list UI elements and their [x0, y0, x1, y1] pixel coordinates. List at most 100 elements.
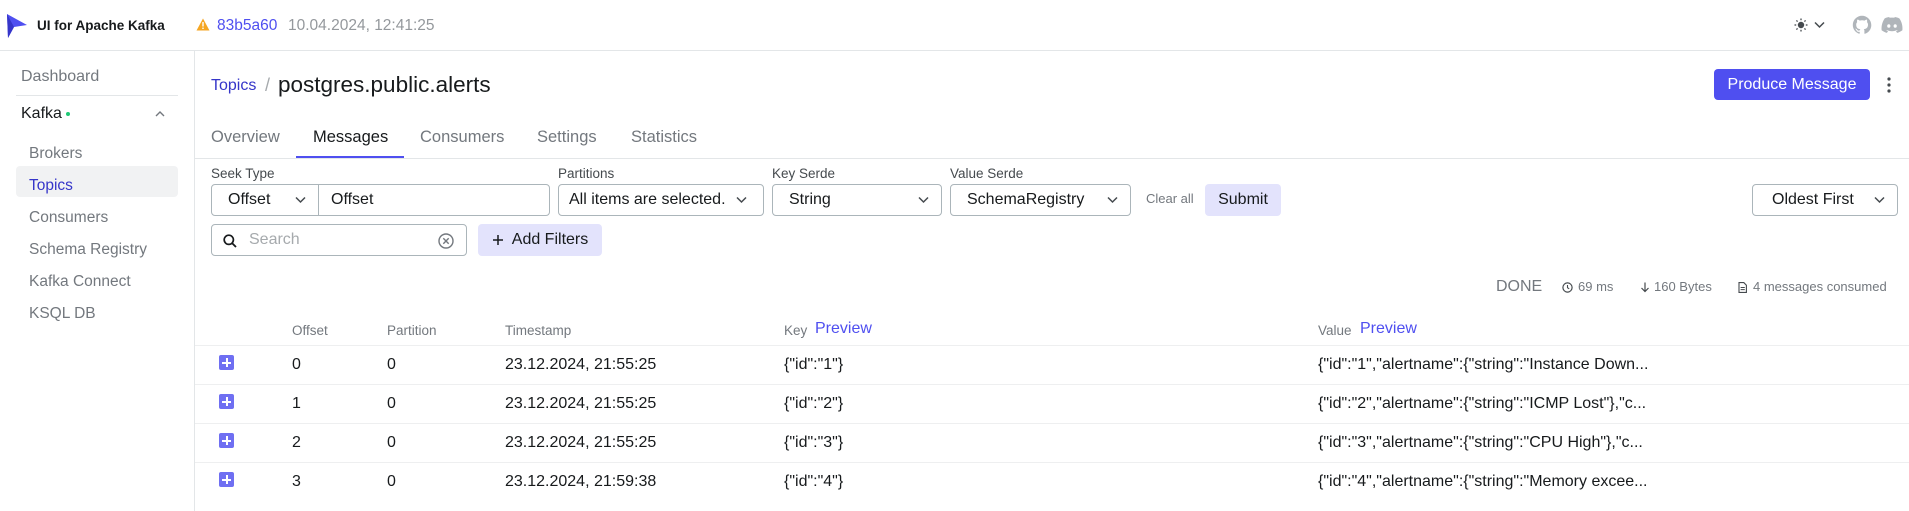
- cell-value: {"id":"2","alertname":{"string":"ICMP Lo…: [1318, 395, 1647, 412]
- sidebar-item-schema-registry[interactable]: Schema Registry: [29, 241, 147, 259]
- partitions-select[interactable]: All items are selected.: [558, 184, 764, 216]
- cell-partition: 0: [387, 395, 396, 412]
- sidebar-divider: [16, 95, 178, 96]
- tab-statistics[interactable]: Statistics: [631, 128, 697, 147]
- sidebar-item-kafka-connect[interactable]: Kafka Connect: [29, 273, 131, 291]
- partitions-label: Partitions: [558, 166, 615, 181]
- cell-offset: 2: [292, 434, 301, 451]
- value-serde-select[interactable]: SchemaRegistry: [950, 184, 1131, 216]
- sidebar: Dashboard Kafka Brokers Topics Consumers…: [0, 51, 195, 511]
- cell-offset: 3: [292, 473, 301, 490]
- key-preview-button[interactable]: Preview: [815, 320, 872, 338]
- tab-overview[interactable]: Overview: [211, 128, 280, 147]
- chevron-down-icon: [1874, 196, 1885, 204]
- page-title: postgres.public.alerts: [278, 72, 491, 97]
- commit-date: 10.04.2024, 12:41:25: [288, 17, 435, 34]
- sidebar-item-ksql-db[interactable]: KSQL DB: [29, 305, 96, 323]
- github-icon[interactable]: [1852, 15, 1872, 35]
- tab-messages[interactable]: Messages: [313, 128, 388, 147]
- row-divider: [195, 462, 1909, 463]
- add-filters-button[interactable]: Add Filters: [478, 224, 602, 256]
- breadcrumb-separator: /: [265, 75, 271, 95]
- partitions-value: All items are selected.: [569, 191, 726, 208]
- cell-partition: 0: [387, 473, 396, 490]
- row-divider: [195, 423, 1909, 424]
- more-options-icon[interactable]: [1885, 75, 1893, 95]
- column-header-key: Key: [784, 323, 808, 338]
- topic-tabs: Overview Messages Consumers Settings Sta…: [195, 122, 1909, 159]
- theme-switcher[interactable]: [1794, 14, 1834, 36]
- sort-order-select[interactable]: Oldest First: [1752, 184, 1898, 216]
- elapsed-time: 69 ms: [1578, 279, 1614, 294]
- warning-icon: [196, 18, 210, 31]
- chevron-down-icon: [918, 196, 929, 204]
- brand-name[interactable]: UI for Apache Kafka: [37, 18, 165, 33]
- cell-value: {"id":"3","alertname":{"string":"CPU Hig…: [1318, 434, 1643, 451]
- breadcrumb-topics-link[interactable]: Topics: [211, 77, 256, 95]
- clear-all-button[interactable]: Clear all: [1146, 191, 1194, 206]
- document-icon: [1738, 282, 1747, 293]
- cell-timestamp: 23.12.2024, 21:59:38: [505, 473, 657, 490]
- active-tab-indicator: [296, 156, 404, 158]
- arrow-down-icon: [1641, 282, 1649, 293]
- key-serde-select[interactable]: String: [772, 184, 942, 216]
- cell-timestamp: 23.12.2024, 21:55:25: [505, 356, 657, 373]
- sidebar-item-topics[interactable]: Topics: [29, 177, 73, 195]
- sort-order-value: Oldest First: [1772, 191, 1854, 208]
- cell-offset: 0: [292, 356, 301, 373]
- table-header-divider: [195, 345, 1909, 346]
- value-serde-value: SchemaRegistry: [967, 191, 1085, 208]
- row-divider: [195, 384, 1909, 385]
- plus-icon: [492, 235, 503, 245]
- column-header-timestamp: Timestamp: [505, 323, 572, 338]
- seek-type-label: Seek Type: [211, 166, 275, 181]
- cell-key: {"id":"4"}: [784, 473, 844, 490]
- expand-row-button[interactable]: [219, 433, 234, 448]
- produce-message-button[interactable]: Produce Message: [1714, 69, 1870, 100]
- column-header-partition: Partition: [387, 323, 437, 338]
- cell-value: {"id":"4","alertname":{"string":"Memory …: [1318, 473, 1648, 490]
- submit-button[interactable]: Submit: [1205, 184, 1281, 216]
- cluster-online-dot: [65, 111, 70, 116]
- cell-partition: 0: [387, 356, 396, 373]
- search-icon: [223, 234, 237, 248]
- chevron-down-icon: [1107, 196, 1118, 204]
- value-serde-label: Value Serde: [950, 166, 1024, 181]
- sidebar-cluster-kafka[interactable]: Kafka: [21, 105, 70, 123]
- kafka-logo-icon[interactable]: [5, 13, 29, 39]
- discord-icon[interactable]: [1881, 15, 1903, 35]
- expand-row-button[interactable]: [219, 355, 234, 370]
- cell-key: {"id":"3"}: [784, 434, 844, 451]
- value-preview-button[interactable]: Preview: [1360, 320, 1417, 338]
- fetch-status: DONE: [1496, 278, 1543, 295]
- chevron-down-icon: [295, 196, 306, 204]
- key-serde-label: Key Serde: [772, 166, 836, 181]
- tab-settings[interactable]: Settings: [537, 128, 597, 147]
- search-input[interactable]: [249, 230, 439, 250]
- chevron-up-icon[interactable]: [154, 109, 166, 119]
- chevron-down-icon: [1814, 21, 1825, 29]
- clear-search-icon[interactable]: [438, 233, 454, 249]
- search-field[interactable]: [211, 224, 467, 256]
- commit-hash-link[interactable]: 83b5a60: [217, 17, 277, 35]
- sun-icon: [1794, 18, 1808, 32]
- column-header-offset: Offset: [292, 323, 328, 338]
- expand-row-button[interactable]: [219, 472, 234, 487]
- cell-partition: 0: [387, 434, 396, 451]
- top-navbar: UI for Apache Kafka 83b5a60 10.04.2024, …: [0, 0, 1909, 51]
- tab-consumers[interactable]: Consumers: [420, 128, 504, 147]
- sidebar-item-brokers[interactable]: Brokers: [29, 145, 82, 163]
- sidebar-item-dashboard[interactable]: Dashboard: [21, 68, 99, 86]
- key-serde-value: String: [789, 191, 831, 208]
- seek-type-select[interactable]: Offset: [211, 184, 319, 216]
- cell-timestamp: 23.12.2024, 21:55:25: [505, 434, 657, 451]
- cell-key: {"id":"1"}: [784, 356, 844, 373]
- sidebar-item-consumers[interactable]: Consumers: [29, 209, 108, 227]
- cell-key: {"id":"2"}: [784, 395, 844, 412]
- offset-input-value: Offset: [331, 191, 374, 208]
- clock-icon: [1562, 282, 1573, 293]
- column-header-value: Value: [1318, 323, 1352, 338]
- cell-offset: 1: [292, 395, 301, 412]
- offset-input[interactable]: Offset: [318, 184, 550, 216]
- expand-row-button[interactable]: [219, 394, 234, 409]
